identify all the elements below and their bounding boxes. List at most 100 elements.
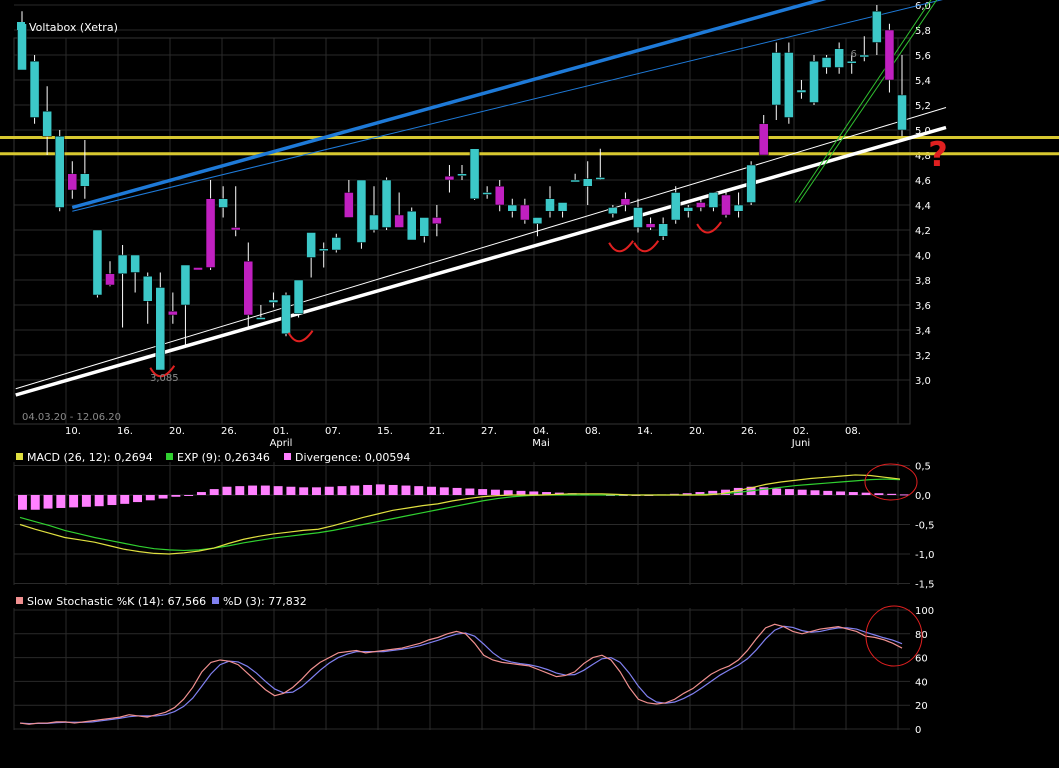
candle-body bbox=[884, 29, 895, 81]
x-tick-month: Juni bbox=[791, 438, 810, 449]
y-tick-label: 4,4 bbox=[915, 201, 931, 212]
candle-body bbox=[432, 217, 442, 224]
divergence-bar bbox=[56, 495, 66, 508]
candle-body bbox=[696, 202, 706, 208]
candle-body bbox=[557, 202, 568, 212]
candle-body bbox=[809, 61, 819, 103]
divergence-bar bbox=[810, 490, 820, 495]
candle-body bbox=[469, 148, 480, 199]
candle-body bbox=[482, 192, 492, 195]
candle-body bbox=[205, 198, 216, 268]
candle-body bbox=[532, 217, 543, 224]
candle-body bbox=[733, 204, 744, 212]
candle-body bbox=[268, 299, 279, 303]
macd-legend-swatch bbox=[284, 453, 291, 460]
candle-body bbox=[168, 311, 178, 316]
macd-y-tick: -0,5 bbox=[915, 521, 935, 532]
chart-title: Voltabox (Xetra) bbox=[29, 21, 118, 34]
x-tick-label: 15. bbox=[377, 426, 393, 437]
candle-body bbox=[369, 214, 379, 231]
divergence-bar bbox=[324, 486, 334, 495]
divergence-bar bbox=[836, 491, 846, 495]
macd-legend-swatch bbox=[16, 453, 23, 460]
candle-body bbox=[356, 179, 367, 243]
date-range: 04.03.20 - 12.06.20 bbox=[22, 412, 121, 423]
x-tick-label: 10. bbox=[65, 426, 81, 437]
macd-y-tick: 0,0 bbox=[915, 491, 931, 502]
candle-body bbox=[872, 11, 882, 43]
chart-canvas: 3,03,23,43,63,84,04,24,44,64,85,05,25,45… bbox=[0, 0, 1059, 736]
divergence-bar bbox=[363, 484, 373, 495]
x-tick-label: 14. bbox=[637, 426, 653, 437]
y-tick-label: 3,0 bbox=[915, 376, 931, 387]
candle-body bbox=[243, 261, 254, 316]
x-tick-label: 04. bbox=[533, 426, 549, 437]
macd-legend-label: Divergence: 0,00594 bbox=[295, 451, 410, 464]
stoch-legend-swatch bbox=[16, 597, 23, 604]
candle-body bbox=[306, 232, 316, 258]
candle-body bbox=[859, 54, 870, 58]
divergence-bar bbox=[81, 495, 91, 507]
candle-body bbox=[771, 52, 782, 106]
stoch-legend-label: %D (3): 77,832 bbox=[223, 595, 307, 608]
divergence-bar bbox=[848, 492, 858, 495]
candle-body bbox=[67, 173, 78, 191]
stoch-y-tick: 60 bbox=[915, 654, 928, 665]
candle-body bbox=[381, 179, 392, 228]
divergence-bar bbox=[388, 484, 398, 495]
candle-body bbox=[155, 287, 166, 371]
candle-body bbox=[344, 192, 354, 218]
macd-panel: 0,5 0,0 -0,5 -1,0 -1,5 MACD (26, 12): 0,2694 E… bbox=[16, 451, 935, 591]
candle-body bbox=[645, 223, 656, 228]
price-panel: 3,03,23,43,63,84,04,24,44,64,85,05,25,45… bbox=[0, 0, 1059, 449]
candle-body bbox=[92, 229, 103, 296]
candle-body bbox=[633, 207, 643, 228]
candle-body bbox=[142, 276, 153, 302]
divergence-bar bbox=[184, 495, 194, 496]
divergence-bar bbox=[427, 486, 436, 495]
candle-body bbox=[318, 248, 329, 251]
x-tick-month: April bbox=[270, 438, 293, 449]
trendline-white-thin bbox=[15, 107, 947, 390]
candle-body bbox=[180, 264, 191, 306]
candle-body bbox=[17, 23, 27, 71]
divergence-bar bbox=[452, 487, 462, 495]
x-tick-label: 20. bbox=[169, 426, 185, 437]
divergence-bar bbox=[286, 486, 296, 495]
candle-body bbox=[595, 177, 606, 180]
macd-y-tick: -1,5 bbox=[915, 580, 935, 591]
stoch-y-tick: 0 bbox=[915, 725, 921, 736]
candle-body bbox=[406, 211, 417, 241]
divergence-bar bbox=[887, 493, 897, 495]
x-tick-label: 27. bbox=[481, 426, 497, 437]
candle-body bbox=[218, 198, 228, 208]
divergence-bar bbox=[772, 488, 782, 495]
stoch-y-tick: 20 bbox=[915, 701, 928, 712]
divergence-bar bbox=[503, 490, 513, 495]
divergence-bar bbox=[248, 485, 258, 495]
y-tick-label: 3,4 bbox=[915, 326, 931, 337]
candle-body bbox=[494, 186, 505, 206]
divergence-bar bbox=[18, 495, 27, 510]
annotation-red-curve bbox=[696, 221, 722, 234]
macd-legend-label: MACD (26, 12): 0,2694 bbox=[27, 451, 153, 464]
divergence-bar bbox=[171, 495, 181, 497]
x-tick-month: Mai bbox=[532, 438, 550, 449]
y-tick-label: 4,2 bbox=[915, 226, 931, 237]
y-tick-label: 3,8 bbox=[915, 276, 931, 287]
x-tick-label: 01. bbox=[273, 426, 289, 437]
annotation-red-curve bbox=[608, 240, 634, 253]
candle-body bbox=[444, 176, 455, 181]
x-tick-label: 16. bbox=[117, 426, 133, 437]
divergence-bar bbox=[350, 485, 360, 495]
candle-body bbox=[620, 198, 631, 206]
candle-body bbox=[683, 207, 694, 212]
macd-y-tick: -1,0 bbox=[915, 550, 935, 561]
divergence-bar bbox=[478, 489, 488, 495]
divergence-bar bbox=[30, 495, 40, 510]
candle-body bbox=[457, 173, 467, 176]
candle-body bbox=[608, 207, 618, 214]
candle-body bbox=[897, 94, 907, 131]
y-tick-label: 5,6 bbox=[915, 51, 931, 62]
stoch-d-line bbox=[19, 625, 903, 725]
